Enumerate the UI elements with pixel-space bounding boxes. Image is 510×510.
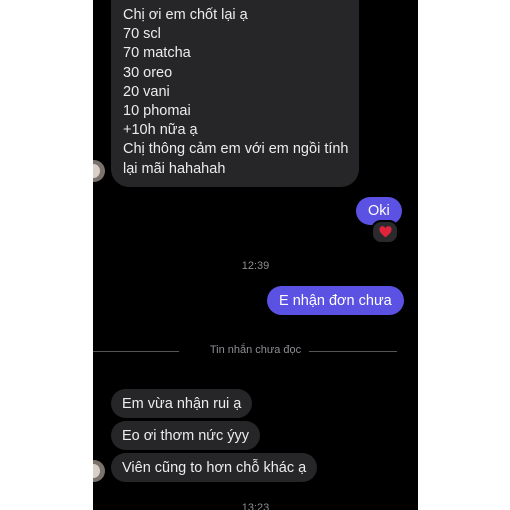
message-line: Chị thông cảm em với em ngồi tính [123,141,349,158]
message-line: 70 scl [123,26,161,43]
message-bubble[interactable]: Em vừa nhận rui ạ [111,389,253,418]
heart-icon [378,226,392,238]
message-bubble[interactable]: Eo ơi thơm nức ýyy [111,421,261,450]
message-text: Oki [368,203,390,219]
message-text: Viên cũng to hơn chỗ khác ạ [122,460,307,476]
message-line: 10 phomai [123,103,191,120]
message-line: +10h nữa ạ [123,122,198,139]
unread-label: Tin nhắn chưa đọc [209,344,302,356]
message-text: E nhận đơn chưa [279,293,392,309]
message-bubble-order[interactable]: Chị ơi em chốt lại ạ 70 scl 70 matcha 30… [111,0,359,187]
timestamp: 12:39 [241,260,270,272]
message-text: Em vừa nhận rui ạ [122,396,242,412]
heart-reaction[interactable] [371,220,399,244]
divider-line [309,351,397,352]
chat-screen: Chị ơi em chốt lại ạ 70 scl 70 matcha 30… [93,0,418,510]
message-line: lại mãi hahahah [123,160,226,177]
message-bubble[interactable]: Viên cũng to hơn chỗ khác ạ [111,453,318,482]
message-line: 70 matcha [123,45,191,62]
avatar[interactable] [93,160,105,182]
message-line: 30 oreo [123,64,173,81]
avatar[interactable] [93,460,105,482]
message-line: 20 vani [123,83,170,100]
message-text: Eo ơi thơm nức ýyy [122,428,250,444]
timestamp: 13:23 [241,502,270,510]
message-bubble-order-received-question[interactable]: E nhận đơn chưa [267,286,404,315]
unread-divider: Tin nhắn chưa đọc [93,344,418,358]
message-line: Chị ơi em chốt lại ạ [123,7,248,23]
